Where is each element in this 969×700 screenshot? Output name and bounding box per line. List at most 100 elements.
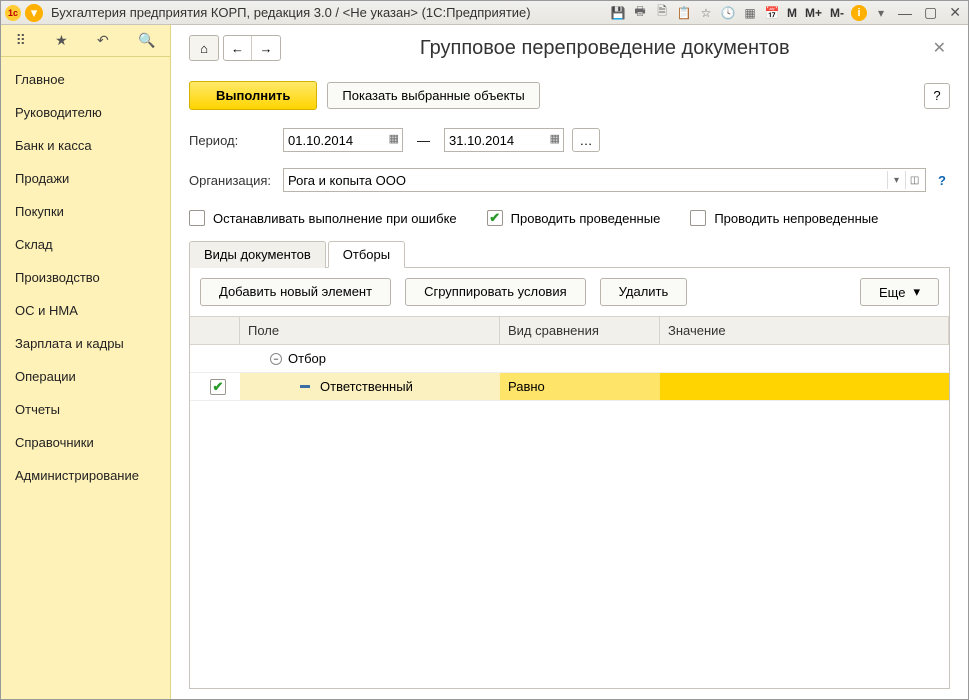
titlebar: 1c ▾ Бухгалтерия предприятия КОРП, редак…	[1, 1, 968, 25]
period-row: Период: 01.10.2014 ▦ — 31.10.2014 ▦ …	[189, 128, 950, 152]
sidebar: ⠿ ★ ↶ 🔍 Главное Руководителю Банк и касс…	[1, 25, 171, 699]
app-menu-dropdown[interactable]: ▾	[25, 4, 43, 22]
org-input[interactable]: Рога и копыта ООО ▾ ◫	[283, 168, 926, 192]
tab-filters[interactable]: Отборы	[328, 241, 405, 268]
sidebar-items: Главное Руководителю Банк и касса Продаж…	[1, 57, 170, 498]
options-row: Останавливать выполнение при ошибке Пров…	[189, 210, 950, 226]
history-icon[interactable]: 🕓	[720, 5, 736, 21]
org-help-link[interactable]: ?	[934, 173, 950, 188]
print-icon[interactable]: 🖶	[632, 5, 648, 21]
group-filter-button[interactable]: Сгруппировать условия	[405, 278, 586, 306]
more-label: Еще	[879, 285, 905, 300]
window-title: Бухгалтерия предприятия КОРП, редакция 3…	[51, 5, 531, 20]
sidebar-item[interactable]: Зарплата и кадры	[1, 327, 170, 360]
close-button[interactable]: ✕	[946, 4, 964, 21]
help-button[interactable]: ?	[924, 83, 950, 109]
grid-body: − Отбор Ответстве	[190, 345, 949, 688]
grid-col-checkbox	[190, 317, 240, 344]
info-dropdown-icon[interactable]: ▾	[873, 5, 889, 21]
row-compare: Равно	[508, 379, 545, 394]
main-panel: ⌂ ← → Групповое перепроведение документо…	[171, 25, 968, 699]
add-filter-button[interactable]: Добавить новый элемент	[200, 278, 391, 306]
more-button[interactable]: Еще ▾	[860, 278, 939, 306]
check-stop-on-error[interactable]: Останавливать выполнение при ошибке	[189, 210, 457, 226]
filters-panel: Добавить новый элемент Сгруппировать усл…	[189, 267, 950, 689]
row-checkbox[interactable]	[210, 379, 226, 395]
memory-m-minus[interactable]: M-	[829, 6, 845, 20]
checkbox-icon[interactable]	[690, 210, 706, 226]
copy-icon[interactable]: 📋	[676, 5, 692, 21]
memory-m-plus[interactable]: M+	[804, 6, 823, 20]
chevron-down-icon: ▾	[913, 284, 920, 300]
app-logo-icon: 1c	[5, 5, 21, 21]
info-icon[interactable]: i	[851, 5, 867, 21]
grid-header: Поле Вид сравнения Значение	[190, 316, 949, 345]
period-dialog-button[interactable]: …	[572, 128, 600, 152]
checkbox-icon[interactable]	[487, 210, 503, 226]
sidebar-item[interactable]: Продажи	[1, 162, 170, 195]
restore-button[interactable]: ▢	[921, 4, 940, 21]
sidebar-item[interactable]: Склад	[1, 228, 170, 261]
app-window: 1c ▾ Бухгалтерия предприятия КОРП, редак…	[0, 0, 969, 700]
date-from-value: 01.10.2014	[288, 133, 353, 148]
calculator-icon[interactable]: ▦	[742, 5, 758, 21]
apps-icon[interactable]: ⠿	[16, 32, 26, 49]
nav-row: ⌂ ← → Групповое перепроведение документо…	[189, 35, 950, 61]
org-label: Организация:	[189, 173, 275, 188]
field-icon	[300, 385, 310, 388]
delete-filter-button[interactable]: Удалить	[600, 278, 688, 306]
grid-col-value[interactable]: Значение	[660, 317, 949, 344]
memory-m[interactable]: M	[786, 6, 798, 20]
show-selected-button[interactable]: Показать выбранные объекты	[327, 82, 539, 109]
dropdown-icon[interactable]: ▾	[887, 171, 905, 189]
sidebar-item[interactable]: Справочники	[1, 426, 170, 459]
check-process-unposted[interactable]: Проводить непроведенные	[690, 210, 878, 226]
doc-icon[interactable]: 🗎	[654, 5, 670, 21]
close-page-button[interactable]: ✕	[929, 38, 950, 58]
sidebar-item[interactable]: Банк и касса	[1, 129, 170, 162]
sidebar-item[interactable]: Отчеты	[1, 393, 170, 426]
sidebar-item[interactable]: Главное	[1, 63, 170, 96]
date-to-value: 31.10.2014	[449, 133, 514, 148]
grid-col-compare[interactable]: Вид сравнения	[500, 317, 660, 344]
star-icon[interactable]: ★	[55, 32, 68, 49]
period-label: Период:	[189, 133, 275, 148]
date-from-input[interactable]: 01.10.2014 ▦	[283, 128, 403, 152]
check-label: Останавливать выполнение при ошибке	[213, 211, 457, 226]
row-field: Ответственный	[320, 379, 413, 394]
back-button[interactable]: ←	[224, 36, 252, 60]
minimize-button[interactable]: —	[895, 5, 915, 21]
check-process-posted[interactable]: Проводить проведенные	[487, 210, 661, 226]
open-ref-icon[interactable]: ◫	[905, 171, 923, 189]
save-icon[interactable]: 💾	[610, 5, 626, 21]
grid-item-row[interactable]: Ответственный Равно	[190, 373, 949, 401]
home-icon: ⌂	[200, 41, 208, 56]
home-button[interactable]: ⌂	[189, 35, 219, 61]
checkbox-icon[interactable]	[189, 210, 205, 226]
history-nav-icon[interactable]: ↶	[97, 32, 109, 49]
favorite-icon[interactable]: ☆	[698, 5, 714, 21]
sidebar-item[interactable]: ОС и НМА	[1, 294, 170, 327]
tabs: Виды документов Отборы	[189, 241, 950, 268]
execute-button[interactable]: Выполнить	[189, 81, 317, 110]
grid-col-field[interactable]: Поле	[240, 317, 500, 344]
tab-doc-kinds[interactable]: Виды документов	[189, 241, 326, 268]
org-row: Организация: Рога и копыта ООО ▾ ◫ ?	[189, 168, 950, 192]
sidebar-item[interactable]: Операции	[1, 360, 170, 393]
org-value: Рога и копыта ООО	[288, 173, 406, 188]
sidebar-item[interactable]: Производство	[1, 261, 170, 294]
sidebar-item[interactable]: Руководителю	[1, 96, 170, 129]
forward-button[interactable]: →	[252, 36, 280, 60]
calendar-picker-icon[interactable]: ▦	[550, 132, 560, 145]
period-dash: —	[411, 133, 436, 148]
calendar-picker-icon[interactable]: ▦	[389, 132, 399, 145]
search-icon[interactable]: 🔍	[138, 32, 155, 49]
date-to-input[interactable]: 31.10.2014 ▦	[444, 128, 564, 152]
sidebar-item[interactable]: Покупки	[1, 195, 170, 228]
grid-group-row[interactable]: − Отбор	[190, 345, 949, 373]
sidebar-item[interactable]: Администрирование	[1, 459, 170, 492]
collapse-icon[interactable]: −	[270, 353, 282, 365]
nav-arrows: ← →	[223, 35, 281, 61]
calendar-icon[interactable]: 📅	[764, 5, 780, 21]
filter-grid: Поле Вид сравнения Значение − Отбор	[190, 316, 949, 688]
